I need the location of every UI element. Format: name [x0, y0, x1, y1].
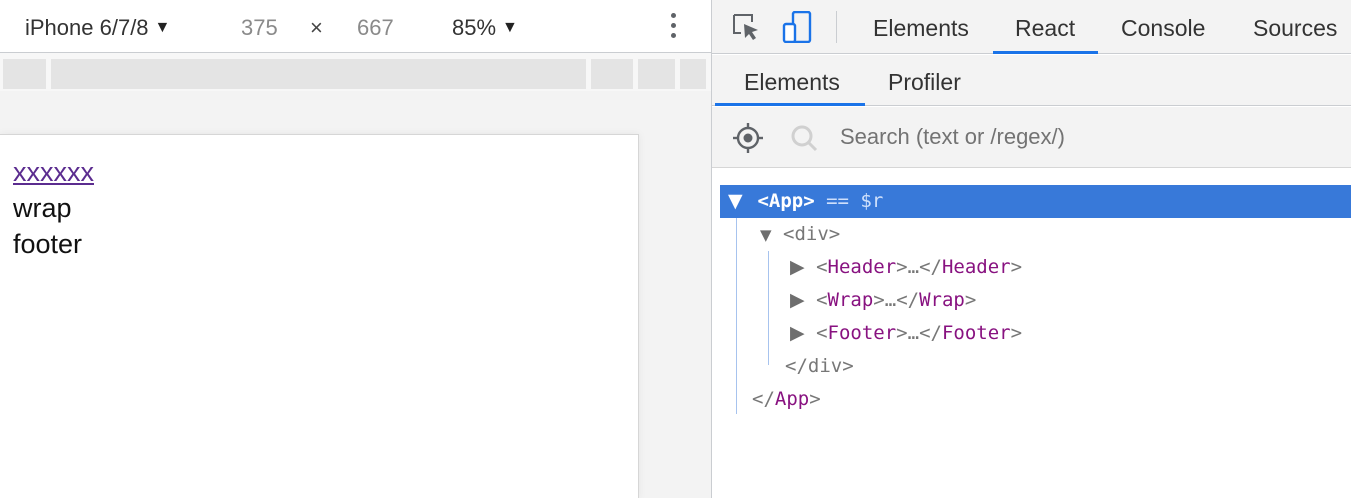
ruler-segment[interactable] — [591, 59, 633, 89]
toolbar-separator — [836, 11, 837, 43]
app-close-tag: App — [774, 388, 810, 410]
component-tree: ▼ <App> == $r ▼ <div> ▶ <Header>…</Heade… — [712, 168, 1351, 498]
device-toggle-icon[interactable] — [782, 10, 814, 44]
device-toolbar: iPhone 6/7/8 ▼ 375 × 667 85% ▼ — [0, 0, 711, 53]
app-ref-label: == $r — [814, 190, 884, 212]
zoom-select[interactable]: 85% ▼ — [452, 14, 518, 42]
expand-triangle-icon[interactable]: ▶ — [790, 251, 805, 284]
react-sub-tab-bar: Elements Profiler — [712, 55, 1351, 106]
device-select[interactable]: iPhone 6/7/8 ▼ — [25, 14, 170, 42]
media-query-ruler — [0, 53, 711, 91]
header-close-tag: Header — [941, 256, 1011, 278]
ruler-segment[interactable] — [638, 59, 675, 89]
main-tab-bar: Elements React Console Sources — [712, 0, 1351, 54]
width-input[interactable]: 375 — [241, 14, 278, 42]
select-component-icon[interactable] — [732, 122, 764, 154]
header-link[interactable]: xxxxxx — [13, 157, 94, 187]
ellipsis: … — [884, 289, 897, 311]
tree-guide-line — [736, 218, 737, 414]
wrap-tag: Wrap — [827, 289, 874, 311]
tree-row-wrap[interactable]: ▶ <Wrap>…</Wrap> — [790, 284, 976, 317]
app-open-tag: <App> — [757, 190, 815, 212]
inspect-element-icon[interactable] — [730, 11, 762, 43]
times-label: × — [310, 15, 323, 40]
ruler-segment[interactable] — [51, 59, 586, 89]
tree-row-app[interactable]: ▼ <App> == $r — [720, 185, 1351, 218]
expand-triangle-icon[interactable]: ▶ — [790, 317, 805, 350]
dropdown-caret-icon: ▼ — [502, 19, 518, 36]
ruler-segment[interactable] — [680, 59, 706, 89]
tree-row-header[interactable]: ▶ <Header>…</Header> — [790, 251, 1022, 284]
div-close-tag: </div> — [785, 355, 854, 377]
tree-row-footer[interactable]: ▶ <Footer>…</Footer> — [790, 317, 1022, 350]
search-input[interactable] — [840, 123, 1320, 151]
tab-sources[interactable]: Sources — [1253, 0, 1337, 54]
collapse-triangle-icon[interactable]: ▼ — [728, 185, 746, 218]
tree-row-div[interactable]: ▼ <div> — [760, 218, 840, 251]
search-bar — [712, 107, 1351, 168]
devtools-panel: Elements React Console Sources Elements … — [712, 0, 1351, 498]
collapse-triangle-icon[interactable]: ▼ — [760, 219, 772, 252]
tree-row-app-close[interactable]: </App> — [752, 383, 821, 416]
wrap-text: wrap — [13, 193, 72, 223]
tab-react[interactable]: React — [992, 0, 1099, 54]
tab-elements[interactable]: Elements — [873, 0, 969, 54]
header-tag: Header — [827, 256, 897, 278]
page-content: xxxxxx wrap footer — [13, 154, 94, 262]
div-open-tag: <div> — [783, 223, 841, 245]
ellipsis: … — [907, 322, 920, 344]
search-icon — [790, 124, 818, 152]
expand-triangle-icon[interactable]: ▶ — [790, 284, 805, 317]
zoom-value: 85% — [452, 15, 497, 40]
subtab-elements[interactable]: Elements — [715, 55, 865, 106]
tab-console[interactable]: Console — [1121, 0, 1205, 54]
emulated-viewport: xxxxxx wrap footer — [0, 134, 639, 498]
dropdown-caret-icon: ▼ — [154, 19, 171, 36]
device-mode-pane: iPhone 6/7/8 ▼ 375 × 667 85% ▼ xxxxxx wrap… — [0, 0, 711, 498]
subtab-profiler[interactable]: Profiler — [888, 55, 961, 106]
height-input[interactable]: 667 — [357, 14, 394, 42]
kebab-menu-icon[interactable] — [664, 13, 682, 43]
footer-text: footer — [13, 229, 83, 259]
tree-guide-line — [768, 251, 769, 365]
footer-tag: Footer — [827, 322, 897, 344]
footer-close-tag: Footer — [941, 322, 1011, 344]
ellipsis: … — [907, 256, 920, 278]
device-name: iPhone 6/7/8 — [25, 15, 149, 40]
wrap-close-tag: Wrap — [919, 289, 965, 311]
ruler-segment[interactable] — [3, 59, 46, 89]
